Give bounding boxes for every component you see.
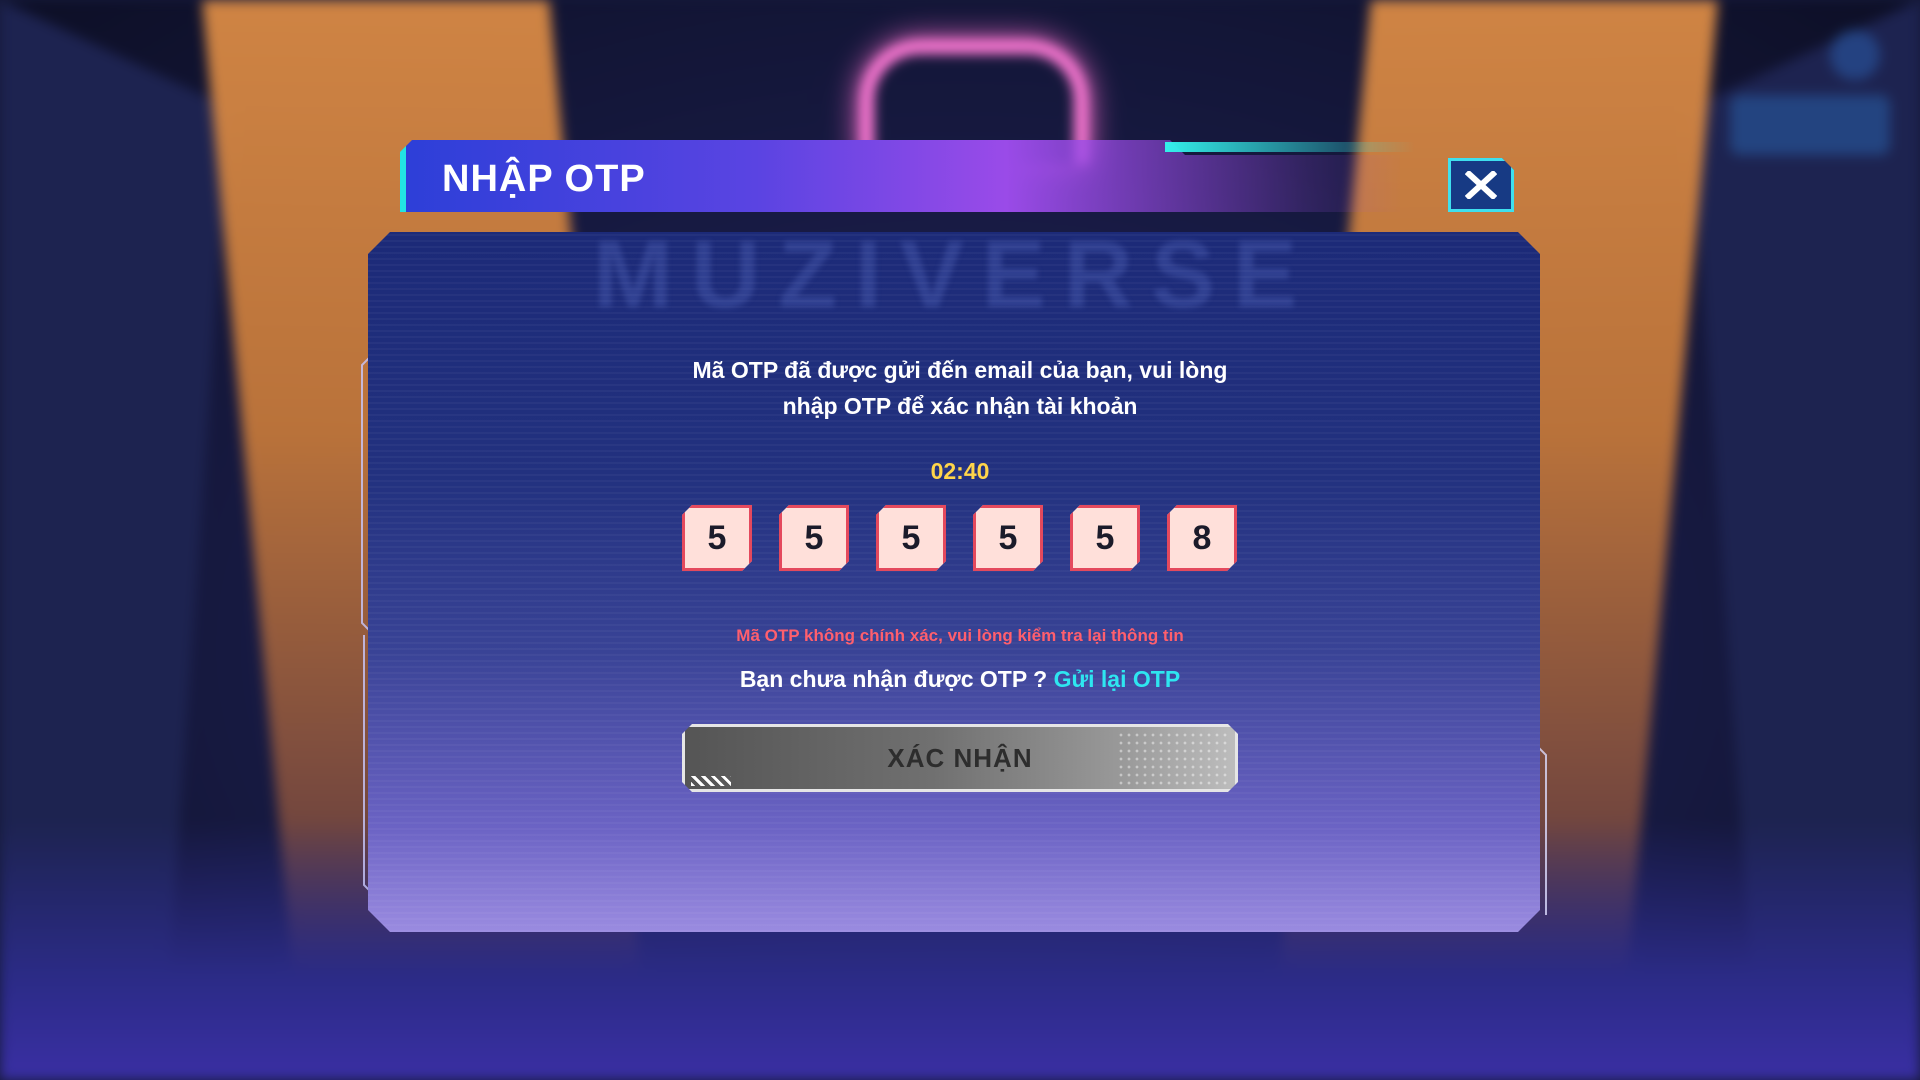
brand-ghost-text: MUZIVERSE bbox=[592, 221, 1316, 328]
button-stripe-decoration bbox=[691, 776, 731, 786]
modal-title: NHẬP OTP bbox=[442, 158, 646, 200]
otp-input-row: 5 5 5 5 5 8 bbox=[682, 505, 1242, 575]
title-accent bbox=[1165, 142, 1415, 152]
button-dot-pattern bbox=[1117, 731, 1227, 787]
otp-digit-1[interactable]: 5 bbox=[682, 505, 752, 571]
resend-otp-link[interactable]: Gửi lại OTP bbox=[1054, 666, 1181, 692]
resend-row: Bạn chưa nhận được OTP ? Gửi lại OTP bbox=[360, 666, 1560, 693]
countdown-timer: 02:40 bbox=[930, 458, 990, 484]
otp-digit-2[interactable]: 5 bbox=[779, 505, 849, 571]
otp-digit-6[interactable]: 8 bbox=[1167, 505, 1237, 571]
modal-body: MUZIVERSE bbox=[368, 232, 1540, 932]
confirm-button[interactable]: XÁC NHẬN bbox=[682, 724, 1238, 792]
background-hud-chip bbox=[1730, 95, 1890, 155]
close-button[interactable] bbox=[1448, 158, 1514, 212]
otp-digit-5[interactable]: 5 bbox=[1070, 505, 1140, 571]
otp-digit-4[interactable]: 5 bbox=[973, 505, 1043, 571]
otp-instructions-line-1: Mã OTP đã được gửi đến email của bạn, vu… bbox=[692, 357, 1228, 383]
resend-prompt: Bạn chưa nhận được OTP ? bbox=[739, 666, 1054, 692]
otp-error-message: Mã OTP không chính xác, vui lòng kiểm tr… bbox=[736, 626, 1184, 645]
otp-instructions-line-2: nhập OTP để xác nhận tài khoản bbox=[782, 393, 1138, 419]
confirm-button-label: XÁC NHẬN bbox=[887, 742, 1033, 773]
currency-icon bbox=[1830, 30, 1880, 80]
otp-modal: MUZIVERSE NHẬP OTP Mã OTP đã được gửi đế… bbox=[360, 140, 1560, 940]
otp-instructions: Mã OTP đã được gửi đến email của bạn, vu… bbox=[360, 352, 1560, 424]
scanlines bbox=[368, 232, 1540, 932]
otp-digit-3[interactable]: 5 bbox=[876, 505, 946, 571]
close-icon bbox=[1465, 171, 1497, 199]
